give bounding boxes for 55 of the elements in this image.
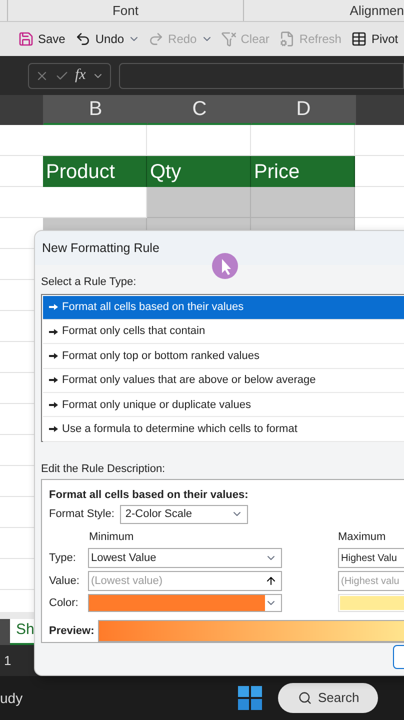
undo-icon: [75, 31, 92, 47]
format-style-dropdown[interactable]: 2-Color Scale: [120, 504, 248, 524]
value-field[interactable]: (Lowest value): [88, 571, 282, 591]
bullet-arrow-icon: [49, 402, 58, 408]
field-label: Value:: [49, 574, 80, 589]
field-label: Color:: [49, 596, 80, 611]
clear-icon: [220, 31, 237, 47]
field-label: Type:: [49, 550, 77, 566]
bullet-arrow-icon: [49, 304, 58, 310]
toolbar-button[interactable]: Undo: [73, 30, 126, 48]
taskbar-text: udy: [0, 688, 24, 708]
type-dropdown[interactable]: Lowest Value: [88, 548, 282, 568]
status-text: 1: [4, 652, 12, 670]
section-label: Edit the Rule Description:: [41, 462, 166, 474]
type-dropdown[interactable]: Highest Valu: [338, 548, 404, 568]
rule-type-item[interactable]: Format only values that are above or below average: [43, 368, 404, 394]
rule-type-item[interactable]: Format all cells based on their values: [43, 296, 404, 320]
search-icon: [298, 691, 312, 705]
bullet-arrow-icon: [49, 328, 58, 335]
redo-icon: [148, 31, 164, 47]
ribbon-group-label: Alignmen: [350, 2, 404, 20]
insert-function-button[interactable]: fx: [75, 64, 86, 87]
toolbar-button[interactable]: Pivot: [349, 30, 400, 48]
field-label: Format Style:: [49, 506, 114, 522]
rule-type-item[interactable]: Use a formula to determine which cells to format: [43, 417, 404, 442]
description-heading: Format all cells based on their values:: [49, 489, 248, 501]
column-heading: Maximum: [338, 530, 386, 544]
rule-type-item[interactable]: Format only cells that contain: [43, 320, 404, 344]
bullet-arrow-icon: [49, 377, 58, 384]
toolbar-button[interactable]: Save: [16, 30, 68, 48]
collapse-dialog-icon[interactable]: [265, 575, 277, 587]
save-icon: [18, 31, 34, 47]
table-header-cell: Product: [43, 156, 147, 187]
formula-input[interactable]: [118, 62, 404, 88]
column-header[interactable]: D: [251, 95, 355, 125]
preview-label: Preview:: [49, 624, 94, 639]
bullet-arrow-icon: [49, 352, 58, 359]
table-header-cell: Price: [251, 156, 355, 187]
color-dropdown[interactable]: [88, 594, 282, 612]
value-field[interactable]: (Highest valu: [338, 571, 404, 591]
rule-type-item[interactable]: Format only top or bottom ranked values: [43, 344, 404, 369]
rule-type-item[interactable]: Format only unique or duplicate values: [43, 393, 404, 418]
table-header-cell: Qty: [147, 156, 251, 187]
windows-logo-icon[interactable]: [238, 686, 262, 710]
ribbon-group-label: Font: [112, 2, 138, 20]
column-header[interactable]: B: [43, 95, 147, 125]
column-header[interactable]: C: [147, 95, 251, 125]
dialog-title: New Formatting Rule: [42, 240, 160, 257]
tab-scroll-area: [0, 619, 10, 645]
taskbar-search[interactable]: Search: [278, 683, 378, 713]
section-label: Select a Rule Type:: [41, 276, 136, 288]
sheet-tab[interactable]: Sh: [10, 619, 36, 645]
column-heading: Minimum: [88, 530, 135, 544]
cursor-highlight-icon: [212, 253, 238, 279]
bullet-arrow-icon: [49, 426, 58, 432]
